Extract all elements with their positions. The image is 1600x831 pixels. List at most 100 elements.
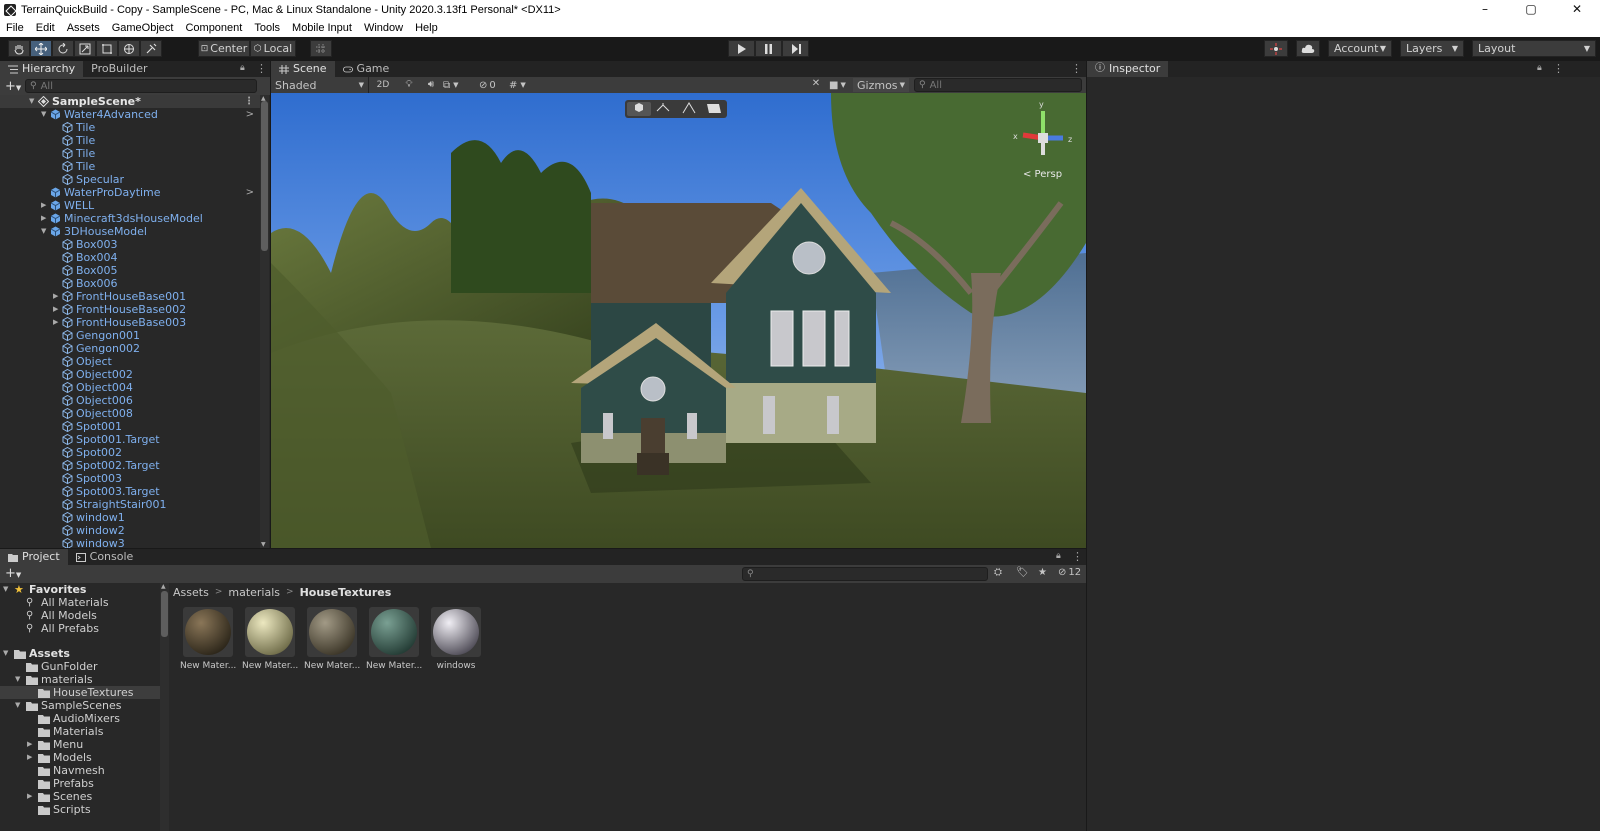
- favorite-button[interactable]: ★: [1038, 567, 1047, 578]
- menu-window[interactable]: Window: [358, 22, 409, 34]
- expand-arrow-icon[interactable]: ▼: [41, 108, 46, 121]
- project-tree-row[interactable]: ▶ Models: [0, 751, 160, 764]
- hierarchy-row[interactable]: Tile: [0, 160, 260, 173]
- material-asset[interactable]: New Mater...: [180, 607, 236, 679]
- create-asset-dropdown-button[interactable]: +▼: [5, 566, 25, 581]
- hierarchy-row[interactable]: Object: [0, 355, 260, 368]
- camera-dropdown[interactable]: ■ ▼: [829, 78, 853, 92]
- menu-gameobject[interactable]: GameObject: [106, 22, 180, 34]
- project-tree-row[interactable]: Navmesh: [0, 764, 160, 777]
- hierarchy-row[interactable]: Gengon001: [0, 329, 260, 342]
- hierarchy-row[interactable]: ▶ FrontHouseBase001: [0, 290, 260, 303]
- hierarchy-row[interactable]: Box006: [0, 277, 260, 290]
- hierarchy-row[interactable]: Box003: [0, 238, 260, 251]
- tab-project[interactable]: Project: [0, 549, 68, 565]
- hierarchy-scrollbar[interactable]: ▲ ▼: [260, 95, 269, 548]
- create-dropdown-button[interactable]: +▼: [5, 79, 25, 94]
- projection-label[interactable]: < Persp: [1023, 169, 1062, 180]
- hierarchy-search-input[interactable]: ⚲ All: [25, 79, 257, 93]
- grid-snap-button[interactable]: [310, 40, 332, 57]
- hierarchy-row[interactable]: Tile: [0, 134, 260, 147]
- breadcrumb-materials[interactable]: materials: [228, 586, 280, 599]
- hierarchy-row[interactable]: Specular: [0, 173, 260, 186]
- material-asset[interactable]: New Mater...: [366, 607, 422, 679]
- hierarchy-row[interactable]: Object004: [0, 381, 260, 394]
- hierarchy-row[interactable]: window2: [0, 524, 260, 537]
- project-tree-row[interactable]: ▼ materials: [0, 673, 160, 686]
- layout-dropdown[interactable]: Layout ▼: [1472, 40, 1596, 57]
- hierarchy-row[interactable]: Gengon002: [0, 342, 260, 355]
- minimize-button[interactable]: –: [1462, 0, 1508, 19]
- scroll-down-arrow[interactable]: ▼: [261, 541, 266, 548]
- audio-toggle[interactable]: 🔊︎: [421, 78, 441, 92]
- grid-dropdown[interactable]: # ▼: [509, 78, 539, 92]
- menu-edit[interactable]: Edit: [30, 22, 61, 34]
- pivot-center-toggle[interactable]: ⊡ Center: [198, 40, 250, 57]
- project-tree-row[interactable]: ⚲ All Prefabs: [0, 622, 160, 635]
- filter-by-type-button[interactable]: ⛭: [994, 567, 1002, 578]
- tab-console[interactable]: Console: [68, 549, 142, 565]
- hierarchy-row[interactable]: Object006: [0, 394, 260, 407]
- menu-component[interactable]: Component: [179, 22, 248, 34]
- hierarchy-row[interactable]: window1: [0, 511, 260, 524]
- kebab-menu-icon[interactable]: ⋮: [1072, 550, 1083, 563]
- scroll-thumb[interactable]: [161, 591, 168, 637]
- hand-tool-button[interactable]: [8, 40, 30, 57]
- collapse-arrow-icon[interactable]: ▶: [53, 290, 58, 303]
- expand-arrow-icon[interactable]: ▼: [15, 699, 20, 712]
- menu-tools[interactable]: Tools: [248, 22, 286, 34]
- collapse-arrow-icon[interactable]: ▶: [41, 199, 46, 212]
- hierarchy-row[interactable]: Object008: [0, 407, 260, 420]
- transform-tool-button[interactable]: [118, 40, 140, 57]
- hierarchy-row[interactable]: Spot001.Target: [0, 433, 260, 446]
- filter-by-label-button[interactable]: 🏷︎: [1016, 567, 1029, 578]
- hidden-packages-toggle[interactable]: ⊘ 12: [1058, 567, 1081, 578]
- close-button[interactable]: ✕: [1554, 0, 1600, 19]
- shading-mode-dropdown[interactable]: Shaded ▼: [271, 77, 369, 93]
- breadcrumb-housetextures[interactable]: HouseTextures: [300, 586, 392, 599]
- expand-arrow-icon[interactable]: ▼: [29, 95, 34, 108]
- kebab-menu-icon[interactable]: ⋮: [256, 62, 267, 75]
- hierarchy-row[interactable]: ▶ FrontHouseBase002: [0, 303, 260, 316]
- project-tree-row[interactable]: ▼ ★ Favorites: [0, 583, 160, 596]
- lock-icon[interactable]: 🔒︎: [1537, 63, 1542, 73]
- hierarchy-scene-row[interactable]: ▼ SampleScene* ⋮: [0, 95, 260, 108]
- tools-toggle[interactable]: ✕: [807, 78, 825, 92]
- expand-arrow-icon[interactable]: ▼: [3, 647, 8, 660]
- hierarchy-row[interactable]: Tile: [0, 121, 260, 134]
- hierarchy-row[interactable]: Spot002.Target: [0, 459, 260, 472]
- scroll-up-arrow[interactable]: ▲: [161, 583, 166, 590]
- cloud-button[interactable]: [1296, 40, 1320, 57]
- project-tree-row[interactable]: AudioMixers: [0, 712, 160, 725]
- menu-mobile-input[interactable]: Mobile Input: [286, 22, 358, 34]
- pause-button[interactable]: [755, 40, 782, 57]
- project-tree-row[interactable]: Materials: [0, 725, 160, 738]
- tab-hierarchy[interactable]: Hierarchy: [0, 61, 84, 77]
- hierarchy-row[interactable]: Spot002: [0, 446, 260, 459]
- project-tree-row[interactable]: GunFolder: [0, 660, 160, 673]
- menu-file[interactable]: File: [0, 22, 30, 34]
- material-asset[interactable]: New Mater...: [242, 607, 298, 679]
- scale-tool-button[interactable]: [74, 40, 96, 57]
- collapse-arrow-icon[interactable]: ▶: [53, 303, 58, 316]
- scene-search-input[interactable]: ⚲ All: [914, 78, 1082, 92]
- collapse-arrow-icon[interactable]: ▶: [27, 738, 32, 751]
- hierarchy-row[interactable]: ▶ WELL: [0, 199, 260, 212]
- hierarchy-row[interactable]: Spot003.Target: [0, 485, 260, 498]
- collapse-arrow-icon[interactable]: ▶: [53, 316, 58, 329]
- custom-tool-button[interactable]: [140, 40, 162, 57]
- rotate-tool-button[interactable]: [52, 40, 74, 57]
- lighting-toggle[interactable]: 💡︎: [399, 78, 419, 92]
- hierarchy-row[interactable]: ▶ Minecraft3dsHouseModel: [0, 212, 260, 225]
- expand-arrow-icon[interactable]: ▼: [41, 225, 46, 238]
- project-tree-row[interactable]: Scripts: [0, 803, 160, 816]
- hierarchy-row[interactable]: Spot001: [0, 420, 260, 433]
- hierarchy-row[interactable]: Object002: [0, 368, 260, 381]
- hierarchy-row[interactable]: StraightStair001: [0, 498, 260, 511]
- tab-probuilder[interactable]: ProBuilder: [83, 61, 155, 77]
- project-tree-row[interactable]: ⚲ All Models: [0, 609, 160, 622]
- hierarchy-row[interactable]: ▼ 3DHouseModel: [0, 225, 260, 238]
- probuilder-overlay-toolbar[interactable]: [625, 100, 727, 118]
- scroll-thumb[interactable]: [261, 101, 268, 251]
- tab-scene[interactable]: Scene: [271, 61, 335, 77]
